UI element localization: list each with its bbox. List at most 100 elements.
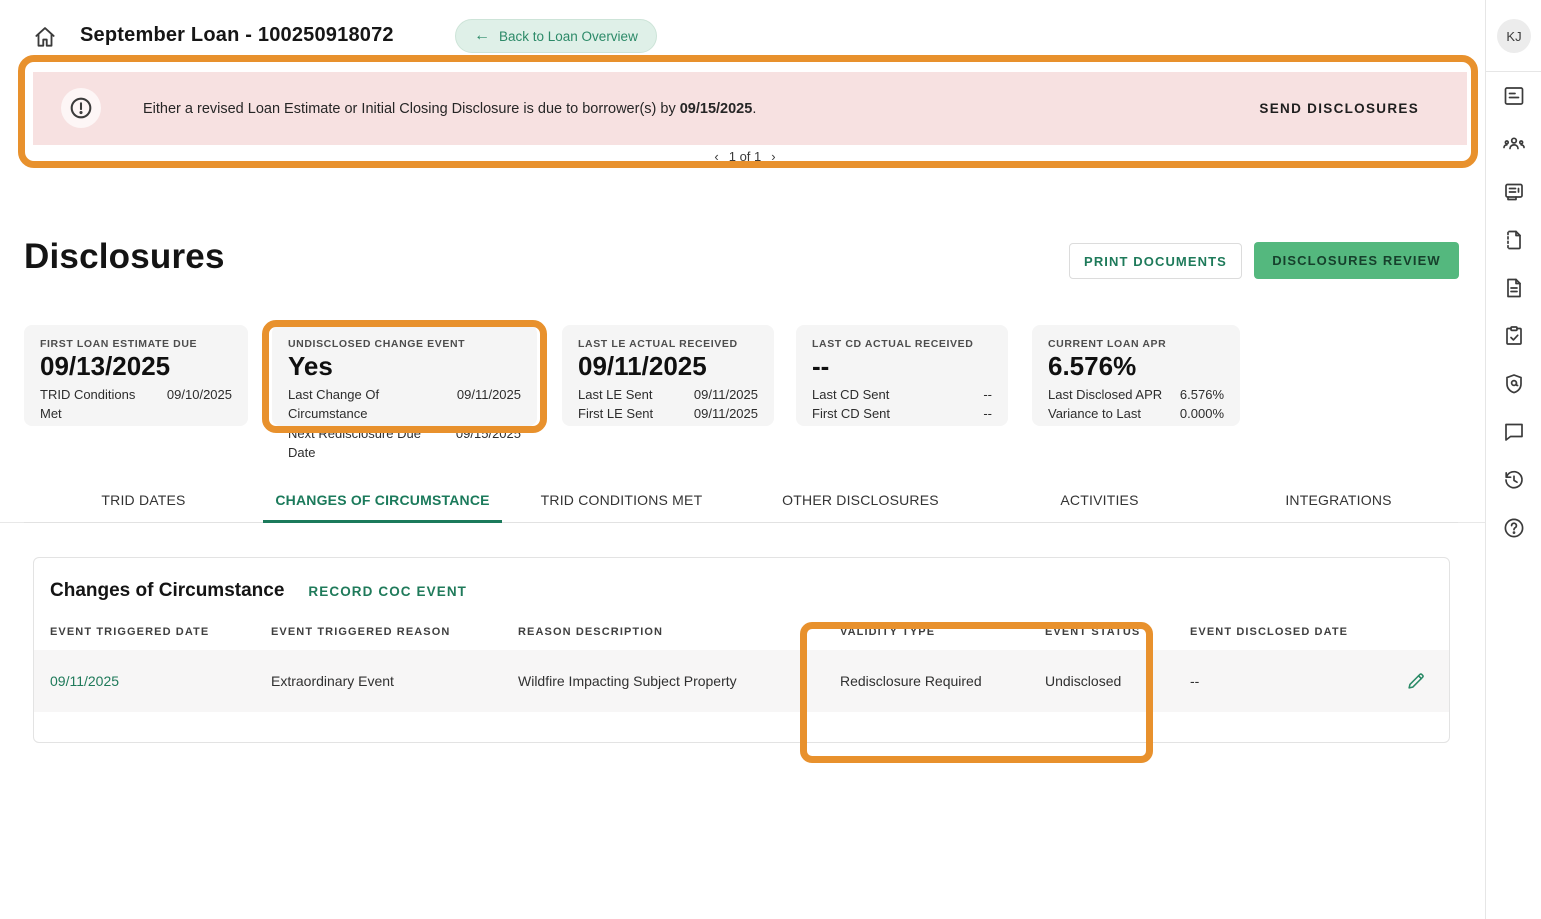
card-last-cd-actual-received: LAST CD ACTUAL RECEIVED -- Last CD Sent -… — [796, 325, 1008, 426]
page-title: Disclosures — [24, 237, 225, 276]
row-event-status: Undisclosed — [1045, 673, 1122, 689]
tab-activities[interactable]: ACTIVITIES — [980, 478, 1219, 522]
right-sidebar: KJ — [1485, 0, 1541, 919]
table-row: 09/11/2025 Extraordinary Event Wildfire … — [34, 650, 1449, 712]
edit-row-button[interactable] — [1405, 670, 1427, 692]
col-validity-type: VALIDITY TYPE — [840, 626, 936, 638]
back-button-label: Back to Loan Overview — [499, 28, 638, 44]
header: September Loan - 100250918072 ← Back to … — [0, 0, 1485, 72]
coc-title: Changes of Circumstance — [50, 580, 285, 601]
card-last-le-actual-received: LAST LE ACTUAL RECEIVED 09/11/2025 Last … — [562, 325, 774, 426]
card-row-value: 09/15/2025 — [455, 425, 521, 441]
card-row-value: -- — [983, 386, 992, 402]
card-label: UNDISCLOSED CHANGE EVENT — [288, 338, 466, 350]
exclamation-circle-icon — [70, 97, 92, 119]
card-undisclosed-change-event: UNDISCLOSED CHANGE EVENT Yes Last Change… — [272, 325, 537, 460]
home-button[interactable] — [32, 24, 58, 50]
col-event-triggered-date: EVENT TRIGGERED DATE — [50, 626, 210, 638]
loan-title: September Loan - 100250918072 — [80, 24, 394, 46]
card-row-label: Next Redisclosure Due Date — [288, 425, 421, 461]
row-reason-description: Wildfire Impacting Subject Property — [518, 673, 737, 689]
avatar[interactable]: KJ — [1497, 19, 1531, 53]
tab-changes-of-circumstance[interactable]: CHANGES OF CIRCUMSTANCE — [263, 478, 502, 523]
app-window: September Loan - 100250918072 ← Back to … — [0, 0, 1541, 919]
sidebar-item-conditions-checklist[interactable] — [1502, 324, 1526, 348]
sidebar-item-compliance[interactable] — [1502, 372, 1526, 396]
tab-trid-dates[interactable]: TRID DATES — [24, 478, 263, 522]
card-row-value: 0.000% — [1179, 406, 1224, 422]
sidebar-item-comments[interactable] — [1502, 420, 1526, 444]
pencil-icon — [1408, 673, 1424, 689]
card-row-label: First CD Sent — [812, 406, 891, 422]
sidebar-item-loan-summary[interactable] — [1502, 84, 1526, 108]
card-current-loan-apr: CURRENT LOAN APR 6.576% Last Disclosed A… — [1032, 325, 1240, 426]
coc-panel: Changes of Circumstance RECORD COC EVENT… — [33, 557, 1450, 743]
card-value: 6.576% — [1048, 351, 1137, 381]
sidebar-divider — [1486, 71, 1541, 72]
document-icon — [1507, 278, 1521, 298]
card-value: Yes — [288, 351, 333, 381]
tab-bar: TRID DATES CHANGES OF CIRCUMSTANCE TRID … — [24, 478, 1458, 523]
card-value: -- — [812, 351, 830, 381]
row-triggered-reason: Extraordinary Event — [271, 673, 394, 689]
card-value: 09/13/2025 — [40, 351, 171, 381]
row-triggered-date-link[interactable]: 09/11/2025 — [50, 673, 271, 689]
card-row-value: -- — [983, 406, 992, 422]
clipboard-check-icon — [1506, 326, 1522, 345]
card-row-value: 6.576% — [1179, 386, 1224, 402]
sidebar-item-draft-document[interactable] — [1502, 228, 1526, 252]
sidebar-item-history[interactable] — [1502, 468, 1526, 492]
history-icon — [1505, 470, 1523, 489]
card-row-label: Last CD Sent — [812, 386, 890, 402]
alert-message: Either a revised Loan Estimate or Initia… — [143, 100, 757, 117]
card-row-label: First LE Sent — [578, 406, 654, 422]
card-row-label: Last Change Of Circumstance — [288, 386, 380, 422]
sidebar-item-borrowers[interactable] — [1502, 132, 1526, 156]
back-to-loan-overview-button[interactable]: ← Back to Loan Overview — [455, 19, 657, 53]
pagination-label: 1 of 1 — [728, 149, 762, 164]
col-reason-description: REASON DESCRIPTION — [518, 626, 664, 638]
card-label: CURRENT LOAN APR — [1048, 338, 1167, 350]
card-row-value: 09/11/2025 — [693, 406, 758, 422]
alert-pagination[interactable]: ‹ 1 of 1 › — [690, 149, 800, 164]
fees-worksheet-icon — [1505, 183, 1523, 201]
col-event-triggered-reason: EVENT TRIGGERED REASON — [271, 626, 451, 638]
card-row-value: 09/10/2025 — [166, 386, 232, 402]
pagination-next-icon[interactable]: › — [771, 149, 775, 164]
card-label: LAST CD ACTUAL RECEIVED — [812, 338, 974, 350]
card-row-label: TRID Conditions Met — [40, 386, 136, 422]
record-coc-event-button[interactable]: RECORD COC EVENT — [308, 584, 467, 599]
print-documents-button[interactable]: PRINT DOCUMENTS — [1069, 243, 1242, 279]
back-arrow-icon: ← — [474, 27, 490, 44]
disclosure-due-alert: Either a revised Loan Estimate or Initia… — [33, 72, 1467, 145]
card-row-label: Last LE Sent — [578, 386, 653, 402]
compliance-shield-icon — [1506, 374, 1522, 394]
loan-summary-icon — [1504, 87, 1524, 105]
sidebar-item-documents[interactable] — [1502, 276, 1526, 300]
tab-other-disclosures[interactable]: OTHER DISCLOSURES — [741, 478, 980, 522]
tab-integrations[interactable]: INTEGRATIONS — [1219, 478, 1458, 522]
card-row-value: 09/11/2025 — [693, 386, 758, 402]
disclosures-review-button[interactable]: DISCLOSURES REVIEW — [1254, 242, 1459, 279]
row-disclosed-date: -- — [1190, 673, 1200, 689]
coc-column-headers: EVENT TRIGGERED DATE EVENT TRIGGERED REA… — [34, 612, 1449, 650]
chat-bubble-icon — [1505, 423, 1523, 441]
card-value: 09/11/2025 — [578, 351, 707, 381]
people-group-icon — [1503, 137, 1525, 150]
draft-document-icon — [1507, 230, 1521, 250]
card-label: FIRST LOAN ESTIMATE DUE — [40, 338, 198, 350]
card-row-label: Variance to Last — [1048, 406, 1141, 422]
send-disclosures-button[interactable]: SEND DISCLOSURES — [1259, 72, 1419, 145]
card-row-label: Last Disclosed APR — [1048, 386, 1163, 402]
home-icon — [35, 27, 55, 47]
col-event-disclosed-date: EVENT DISCLOSED DATE — [1190, 626, 1349, 638]
help-icon — [1504, 518, 1524, 538]
card-row-value: 09/11/2025 — [456, 386, 521, 402]
sidebar-item-help[interactable] — [1502, 516, 1526, 540]
pagination-prev-icon[interactable]: ‹ — [714, 149, 718, 164]
card-label: LAST LE ACTUAL RECEIVED — [578, 338, 738, 350]
tab-trid-conditions-met[interactable]: TRID CONDITIONS MET — [502, 478, 741, 522]
sidebar-item-fees-worksheet[interactable] — [1502, 180, 1526, 204]
alert-icon-wrap — [61, 88, 101, 128]
row-validity-type: Redisclosure Required — [840, 673, 982, 689]
